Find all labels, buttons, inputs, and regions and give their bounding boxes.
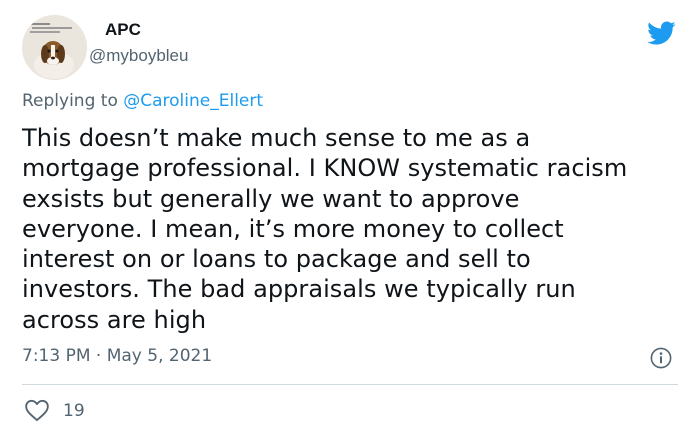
tweet-text-line: investors. The bad appraisals we typical… <box>22 275 576 304</box>
tweet-text-line: across are high <box>22 305 207 334</box>
tweet-text-line: mortgage professional. I KNOW systematic… <box>22 154 628 183</box>
twitter-bird-icon[interactable] <box>644 18 678 48</box>
author-handle[interactable]: @myboybleu <box>89 46 188 66</box>
reply-context: Replying to @Caroline_Ellert <box>22 91 263 111</box>
tweet-card: APC @myboybleu Replying to @Caroline_Ell… <box>0 0 700 439</box>
tweet-text-line: interest on or loans to package and sell… <box>22 245 531 274</box>
like-count: 19 <box>63 401 85 421</box>
divider <box>22 384 678 385</box>
tweet-timestamp[interactable]: 7:13 PM · May 5, 2021 <box>22 346 212 366</box>
author-name[interactable]: APC <box>105 20 141 40</box>
tweet-text-line: This doesn’t make much sense to me as a <box>22 124 531 152</box>
reply-mention-link[interactable]: @Caroline_Ellert <box>123 91 263 111</box>
heart-icon[interactable] <box>24 398 50 422</box>
tweet-text-line: exsists but generally we want to approve <box>22 184 520 213</box>
reply-prefix: Replying to <box>22 91 124 111</box>
info-icon[interactable] <box>650 347 672 369</box>
tweet-text: This doesn’t make much sense to me as a … <box>22 123 682 335</box>
tweet-text-line: everyone. I mean, it’s more money to col… <box>22 214 564 243</box>
avatar-image <box>22 15 87 80</box>
avatar[interactable] <box>22 15 87 80</box>
